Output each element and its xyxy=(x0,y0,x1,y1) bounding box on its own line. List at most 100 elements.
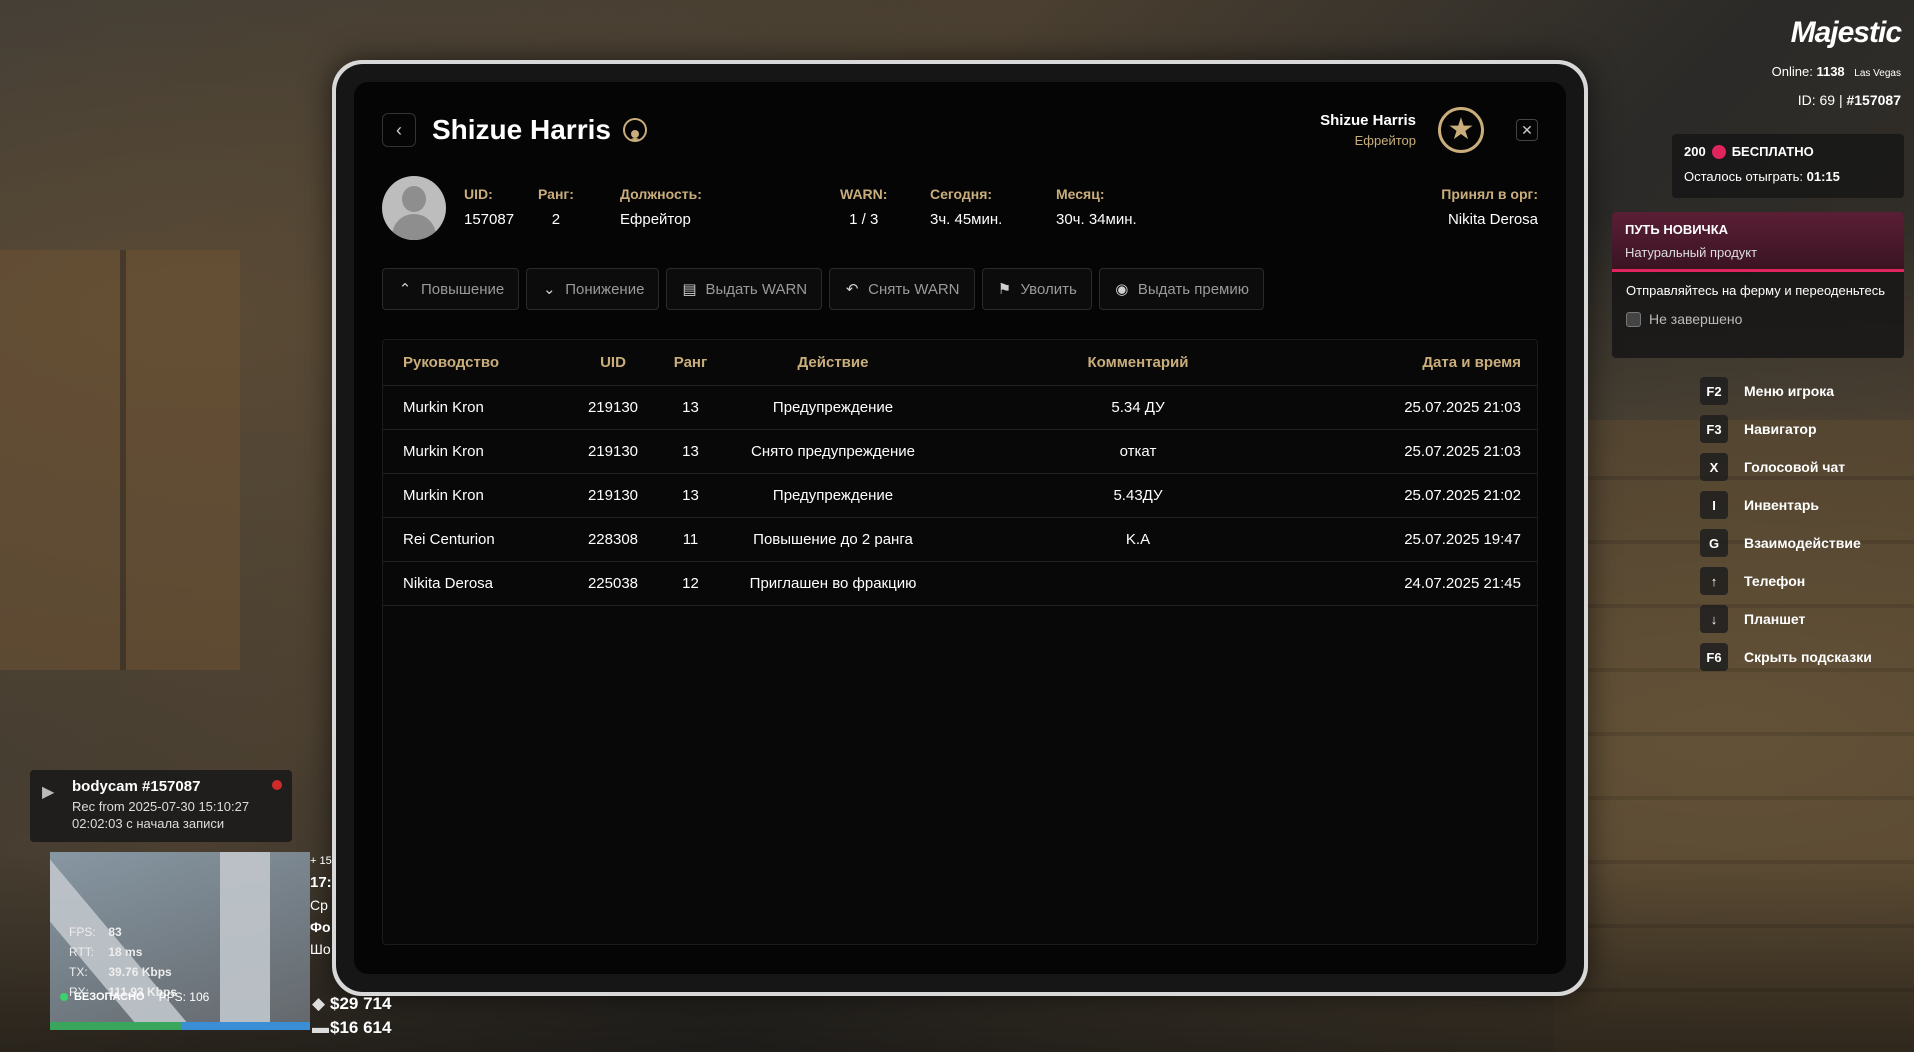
cell-manager: Murkin Kron xyxy=(383,385,558,430)
header-name-block: Shizue Harris Ефрейтор xyxy=(1320,112,1416,148)
cell-uid: 225038 xyxy=(558,561,668,606)
cell-comment: 5.34 ДУ xyxy=(953,385,1323,430)
key-cap: F6 xyxy=(1700,643,1728,671)
hint-label: Взаимодействие xyxy=(1744,535,1861,551)
chevron-left-icon: ‹ xyxy=(396,119,402,140)
field-value: 157087 xyxy=(464,211,515,228)
field-value: Nikita Derosa xyxy=(1447,211,1538,228)
field-value: 2 xyxy=(551,211,561,228)
action-bar: ⌃ Повышение ⌄ Понижение ▤ Выдать WARN ↶ … xyxy=(382,268,1264,310)
promote-button[interactable]: ⌃ Повышение xyxy=(382,268,520,310)
bodycam-rec: Rec from 2025-07-30 15:10:27 xyxy=(72,799,250,814)
player-id: ID: 69 | #157087 xyxy=(1798,92,1901,108)
arrow-up-icon: ⌃ xyxy=(398,281,412,298)
side-info-line: Фо xyxy=(310,919,331,935)
arrow-down-icon: ⌄ xyxy=(542,281,556,298)
log-table: Руководство UID Ранг Действие Комментари… xyxy=(383,340,1537,606)
key-cap: I xyxy=(1700,491,1728,519)
key-cap: ↑ xyxy=(1700,567,1728,595)
quest-subtitle: Натуральный продукт xyxy=(1625,245,1758,260)
star-badge-icon: ★ xyxy=(1438,107,1484,153)
field-value: 1 / 3 xyxy=(849,211,879,228)
give-warn-button[interactable]: ▤ Выдать WARN xyxy=(666,268,823,310)
health-bar xyxy=(50,1022,182,1030)
record-dot-icon xyxy=(272,780,282,790)
quest-status-label: Не завершено xyxy=(1649,311,1743,327)
checkbox-icon xyxy=(1626,312,1641,327)
key-cap: F3 xyxy=(1700,415,1728,443)
cell-datetime: 25.07.2025 21:02 xyxy=(1323,473,1537,518)
hint-interaction: G Взаимодействие xyxy=(1700,528,1872,558)
field-label: Ранг: xyxy=(538,186,574,202)
money-panel: ◆ $29 714 ▬$16 614 xyxy=(312,992,391,1040)
button-label: Уволить xyxy=(1020,280,1077,298)
side-info-line: Шо xyxy=(310,941,331,957)
quest-panel: ПУТЬ НОВИЧКА Натуральный продукт Отправл… xyxy=(1612,212,1904,358)
cell-datetime: 24.07.2025 21:45 xyxy=(1323,561,1537,606)
side-info-line: 17: xyxy=(310,874,332,891)
table-row: Murkin Kron 219130 13 Предупреждение 5.3… xyxy=(383,385,1537,430)
back-button[interactable]: ‹ xyxy=(382,113,416,147)
quest-title: ПУТЬ НОВИЧКА xyxy=(1625,222,1729,237)
column-header: Ранг xyxy=(668,340,713,386)
stat-rtt: RTT: 18 ms xyxy=(69,942,177,962)
fire-user-icon: ⚑ xyxy=(997,281,1012,298)
tablet-bezel: ‹ Shizue Harris Shizue Harris Ефрейтор ★… xyxy=(336,64,1584,992)
field-rank: Ранг: 2 xyxy=(538,186,574,228)
button-label: Понижение xyxy=(565,280,645,298)
cell-manager: Murkin Kron xyxy=(383,429,558,474)
brand-logo: Majestic xyxy=(1790,16,1902,49)
quest-status: Не завершено xyxy=(1626,311,1890,328)
cell-comment: откат xyxy=(953,429,1323,474)
demote-button[interactable]: ⌄ Понижение xyxy=(526,268,660,310)
promo-row: 200 БЕСПЛАТНО xyxy=(1684,144,1892,159)
profile-info: UID: 157087 Ранг: 2 Должность: Ефрейтор … xyxy=(382,176,1538,240)
currency-icon xyxy=(1711,144,1726,159)
safe-zone-indicator: БЕЗОПАСНО PPS: 106 xyxy=(60,990,209,1004)
stat-label: FPS: xyxy=(69,925,96,939)
online-counter: Online: 1138 Las Vegas xyxy=(1772,64,1901,79)
button-label: Снять WARN xyxy=(868,280,960,298)
minimap-road xyxy=(220,852,270,1030)
cell-uid: 219130 xyxy=(558,429,668,474)
log-table-container: Руководство UID Ранг Действие Комментари… xyxy=(382,339,1538,945)
profile-header: ‹ Shizue Harris Shizue Harris Ефрейтор ★… xyxy=(382,107,1538,153)
stat-value: 18 ms xyxy=(108,945,143,959)
cell-manager: Rei Centurion xyxy=(383,517,558,562)
stat-label: TX: xyxy=(69,965,88,979)
remove-warn-button[interactable]: ↶ Снять WARN xyxy=(829,268,975,310)
online-count: 1138 xyxy=(1816,64,1845,79)
camera-icon: ▶ xyxy=(42,784,55,801)
button-label: Выдать WARN xyxy=(705,280,808,298)
field-value: 3ч. 45мин. xyxy=(930,211,1003,228)
bodycam-panel: ▶ bodycam #157087 Rec from 2025-07-30 15… xyxy=(30,770,292,842)
user-icon xyxy=(622,118,647,142)
bank-row: ▬$16 614 xyxy=(312,1016,391,1040)
key-cap: X xyxy=(1700,453,1728,481)
server-name: Las Vegas xyxy=(1854,68,1901,79)
bodycam-title: bodycam #157087 xyxy=(72,778,201,795)
cash-icon: ◆ xyxy=(312,994,326,1013)
promo-label: БЕСПЛАТНО xyxy=(1731,144,1814,159)
hint-label: Инвентарь xyxy=(1744,497,1819,513)
hint-phone: ↑ Телефон xyxy=(1700,566,1872,596)
key-cap: ↓ xyxy=(1700,605,1728,633)
field-month: Месяц: 30ч. 34мин. xyxy=(1056,186,1137,228)
give-bonus-button[interactable]: ◉ Выдать премию xyxy=(1098,268,1264,310)
hint-label: Меню игрока xyxy=(1744,383,1835,399)
field-label: Принял в орг: xyxy=(1441,186,1538,202)
table-row: Murkin Kron 219130 13 Предупреждение 5.4… xyxy=(383,473,1537,518)
promo-remaining-label: Осталось отыграть: xyxy=(1684,169,1803,184)
hint-label: Планшет xyxy=(1744,611,1806,627)
column-header: Действие xyxy=(713,340,953,386)
hint-label: Скрыть подсказки xyxy=(1744,649,1872,665)
key-cap: F2 xyxy=(1700,377,1728,405)
quest-body: Отправляйтесь на ферму и переоденьтесь Н… xyxy=(1612,272,1904,338)
cell-action: Повышение до 2 ранга xyxy=(713,517,953,562)
hint-player-menu: F2 Меню игрока xyxy=(1700,376,1872,406)
quest-header: ПУТЬ НОВИЧКА Натуральный продукт xyxy=(1612,212,1904,272)
armor-bar xyxy=(182,1022,310,1030)
close-button[interactable]: ✕ xyxy=(1516,119,1538,141)
fire-button[interactable]: ⚑ Уволить xyxy=(981,268,1092,310)
column-header: Руководство xyxy=(383,340,558,386)
